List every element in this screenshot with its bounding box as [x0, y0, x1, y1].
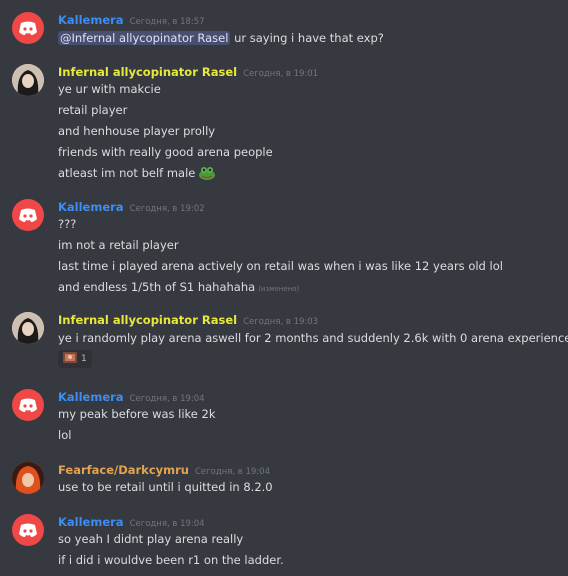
author-name[interactable]: Fearface/Darkcymru [58, 463, 189, 477]
message-line: im not a retail player [58, 238, 179, 252]
timestamp[interactable]: Сегодня, в 19:04 [195, 467, 270, 477]
reaction-button[interactable]: 1 [58, 350, 92, 368]
message-line: ??? [58, 217, 77, 231]
message-line: so yeah I didnt play arena really [58, 532, 244, 546]
author-name[interactable]: Infernal allycopinator Rasel [58, 65, 237, 79]
message-line: my peak before was like 2k [58, 407, 216, 421]
avatar[interactable] [12, 199, 44, 231]
message-header: Infernal allycopinator Rasel Сегодня, в 1… [58, 64, 318, 82]
avatar[interactable] [12, 462, 44, 494]
message-line: ye ur with makcie [58, 82, 161, 96]
message-line: atleast im not belf male [58, 165, 216, 184]
reaction-image-icon [63, 352, 77, 366]
frog-emoji-icon[interactable] [198, 166, 216, 184]
message-line: lol [58, 428, 72, 442]
discord-logo-icon [19, 523, 37, 537]
author-name[interactable]: Kallemera [58, 390, 124, 404]
user-mention[interactable]: @Infernal allycopinator Rasel [58, 31, 231, 45]
message-line: friends with really good arena people [58, 145, 273, 159]
avatar[interactable] [12, 312, 44, 344]
author-name[interactable]: Infernal allycopinator Rasel [58, 313, 237, 327]
user-avatar-icon [12, 64, 44, 96]
message-line: ye i randomly play arena aswell for 2 mo… [58, 331, 568, 345]
edited-label: (изменено) [258, 285, 300, 293]
chat-messages: Kallemera Сегодня, в 18:57 @Infernal ally… [0, 0, 568, 576]
discord-logo-icon [19, 398, 37, 412]
message-line: and henhouse player prolly [58, 124, 216, 138]
message-header: Kallemera Сегодня, в 18:57 [58, 12, 205, 30]
timestamp[interactable]: Сегодня, в 19:04 [130, 519, 205, 529]
avatar[interactable] [12, 12, 44, 44]
message-header: Fearface/Darkcymru Сегодня, в 19:04 [58, 462, 270, 480]
user-avatar-icon [12, 312, 44, 344]
avatar[interactable] [12, 389, 44, 421]
timestamp[interactable]: Сегодня, в 19:02 [130, 204, 205, 214]
message-text: @Infernal allycopinator Rasel ur saying … [58, 31, 384, 45]
message-line: retail player [58, 103, 128, 117]
message-line: if i did i wouldve been r1 on the ladder… [58, 553, 284, 567]
reaction-count: 1 [81, 354, 87, 364]
avatar[interactable] [12, 514, 44, 546]
message-header: Kallemera Сегодня, в 19:04 [58, 389, 205, 407]
message-line: use to be retail until i quitted in 8.2.… [58, 480, 273, 494]
avatar[interactable] [12, 64, 44, 96]
discord-logo-icon [19, 21, 37, 35]
author-name[interactable]: Kallemera [58, 515, 124, 529]
author-name[interactable]: Kallemera [58, 13, 124, 27]
message-header: Kallemera Сегодня, в 19:04 [58, 514, 205, 532]
message-line: last time i played arena actively on ret… [58, 259, 503, 273]
timestamp[interactable]: Сегодня, в 19:04 [130, 394, 205, 404]
author-name[interactable]: Kallemera [58, 200, 124, 214]
timestamp[interactable]: Сегодня, в 19:01 [243, 69, 318, 79]
message-header: Infernal allycopinator Rasel Сегодня, в 1… [58, 312, 318, 330]
user-avatar-icon [12, 462, 44, 494]
timestamp[interactable]: Сегодня, в 18:57 [130, 17, 205, 27]
message-header: Kallemera Сегодня, в 19:02 [58, 199, 205, 217]
timestamp[interactable]: Сегодня, в 19:03 [243, 317, 318, 327]
discord-logo-icon [19, 208, 37, 222]
message-line: and endless 1/5th of S1 hahahaha (изменен… [58, 280, 300, 294]
